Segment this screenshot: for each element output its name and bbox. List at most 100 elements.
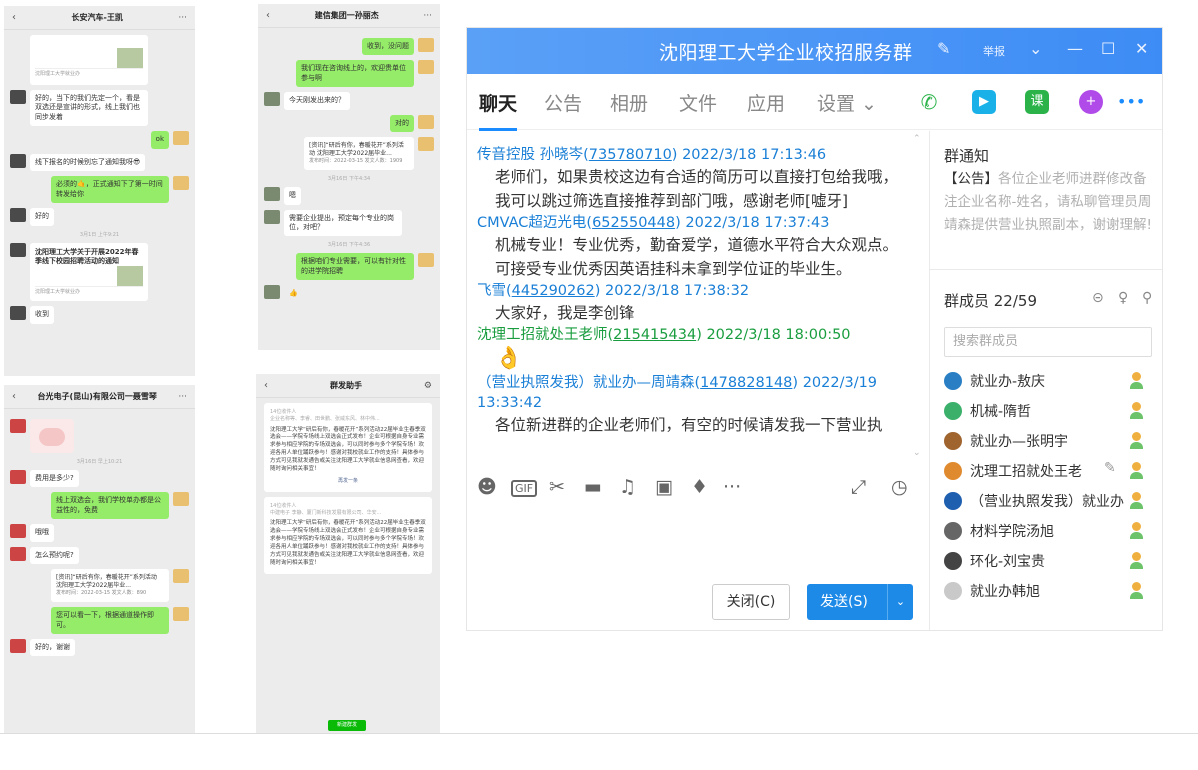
member-item[interactable]: 机械-隋哲 xyxy=(944,397,1159,425)
back-icon[interactable]: ‹ xyxy=(12,391,16,402)
scroll-up-icon[interactable]: ⌃ xyxy=(913,134,921,144)
message-header: 飞雪(445290262) 2022/3/18 17:38:32 xyxy=(477,283,750,299)
member-item[interactable]: 环化-刘宝贵 xyxy=(944,547,1159,575)
member-icon xyxy=(1130,402,1143,420)
list-item: 线下报名的时候别忘了通知我呀😎 xyxy=(10,153,189,172)
music-icon[interactable]: ♫ xyxy=(619,476,636,498)
send-button[interactable]: 发送(S) ⌄ xyxy=(807,584,913,620)
member-item[interactable]: 沈理工招就处王老 ✎ xyxy=(944,457,1159,485)
search-icon[interactable]: ⚲ xyxy=(1142,290,1152,306)
back-icon[interactable]: ‹ xyxy=(264,380,268,391)
member-item[interactable]: 材料学院汤旭 xyxy=(944,517,1159,545)
more-icon[interactable]: ··· xyxy=(423,11,432,21)
add-app-icon[interactable]: + xyxy=(1079,90,1103,114)
maximize-icon[interactable]: ☐ xyxy=(1101,39,1115,58)
list-item: 根据咱们专业需要，可以有针对性的进学院招聘 xyxy=(264,253,434,281)
emoji-icon[interactable]: ☻ xyxy=(477,476,497,498)
member-item[interactable]: （营业执照发我）就业办 xyxy=(944,487,1159,515)
list-item: 费用是多少? xyxy=(10,470,189,488)
more-icon[interactable]: ••• xyxy=(1117,90,1145,114)
tab-chat[interactable]: 聊天 xyxy=(479,89,518,131)
close-icon[interactable]: ✕ xyxy=(1135,39,1148,58)
member-item[interactable]: 就业办—张明宇 xyxy=(944,427,1159,455)
image-icon[interactable]: ▣ xyxy=(655,476,673,498)
avatar xyxy=(10,639,26,653)
scissors-icon[interactable]: ✂ xyxy=(549,476,565,498)
avatar xyxy=(10,470,26,484)
avatar xyxy=(264,92,280,107)
avatar xyxy=(10,419,26,433)
qq-id-link[interactable]: 1478828148 xyxy=(700,375,792,391)
avatar xyxy=(418,60,434,75)
bell-icon[interactable]: ♦ xyxy=(691,476,708,498)
avatar xyxy=(944,432,962,450)
new-broadcast-button[interactable]: 新建群发 xyxy=(328,720,366,731)
article-card[interactable]: [资讯]“研后有你，春暖花开”系列活动 沈阳理工大学2022届毕业... 发布时… xyxy=(304,137,414,171)
phone-call-icon[interactable]: ✆ xyxy=(917,90,941,114)
scroll-down-icon[interactable]: ⌄ xyxy=(913,448,921,458)
member-search-input[interactable]: 搜索群成员 xyxy=(944,327,1152,357)
chevron-down-icon[interactable]: ⌄ xyxy=(887,584,913,620)
avatar xyxy=(418,114,434,129)
article-card[interactable]: [资讯]“研后有你，春暖花开”系列活动 沈阳理工大学2022届毕业... 发布时… xyxy=(51,569,169,603)
tab-settings[interactable]: 设置 ⌄ xyxy=(817,89,877,116)
chevron-down-icon[interactable]: ⌄ xyxy=(1029,39,1042,58)
avatar xyxy=(418,38,434,52)
article-card[interactable]: 沈阳理工大学关于开展2022年春季线下校园招聘活动的通知 沈阳理工大学就业办 xyxy=(30,242,148,302)
expand-icon[interactable]: ⤢ xyxy=(851,476,866,498)
report-link[interactable]: 举报 xyxy=(983,43,1005,59)
avatar xyxy=(10,546,26,561)
settings-icon[interactable]: ⚙ xyxy=(424,381,432,391)
avatar xyxy=(944,462,962,480)
sticker-image xyxy=(30,419,74,453)
phone-title: 群发助手 xyxy=(329,381,362,390)
notice-text: 【公告】各位企业老师进群修改备注企业名称-姓名，请私聊管理员周靖森提供营业执照副… xyxy=(944,171,1152,233)
message-time: 13:33:42 xyxy=(477,395,543,411)
qq-id-link[interactable]: 215415434 xyxy=(613,327,696,343)
avatar xyxy=(944,552,962,570)
back-icon[interactable]: ‹ xyxy=(266,10,270,21)
add-member-icon[interactable]: ♀ xyxy=(1118,290,1128,306)
article-card[interactable]: 沈阳理工大学就业办 xyxy=(30,35,148,85)
divider xyxy=(930,269,1162,270)
more-icon[interactable]: ··· xyxy=(178,392,187,402)
edit-icon[interactable]: ✎ xyxy=(937,39,950,58)
tab-announcement[interactable]: 公告 xyxy=(544,89,582,116)
tab-apps[interactable]: 应用 xyxy=(747,89,785,116)
more-icon[interactable]: ··· xyxy=(723,476,741,498)
member-icon xyxy=(1130,552,1143,570)
minimize-icon[interactable]: — xyxy=(1067,39,1083,58)
phone-chat-jianxin: ‹ 建信集团一孙丽杰 ··· 收到，没问题 我们现在咨询线上的，欢迎贵单位参与啊… xyxy=(258,4,440,350)
qq-id-link[interactable]: 735780710 xyxy=(589,147,672,163)
list-item: 👍 xyxy=(264,285,434,302)
classroom-icon[interactable]: 课 xyxy=(1025,90,1049,114)
close-button[interactable]: 关闭(C) xyxy=(712,584,790,620)
collage-canvas: ‹ 长安汽车-王凯 ··· 沈阳理工大学就业办 好的，当下的我们先定一个，看是双… xyxy=(0,0,1198,770)
more-icon[interactable]: ··· xyxy=(178,13,187,23)
qq-id-link[interactable]: 445290262 xyxy=(512,283,595,299)
edit-icon[interactable]: ✎ xyxy=(1104,460,1116,476)
list-item: 沈阳理工大学关于开展2022年春季线下校园招聘活动的通知 沈阳理工大学就业办 xyxy=(10,242,189,302)
folder-icon[interactable]: ▬ xyxy=(584,476,602,498)
member-item[interactable]: 就业办-敖庆 xyxy=(944,367,1159,395)
tab-bar: 聊天 公告 相册 文件 应用 设置 ⌄ ✆ ▶ 课 + ••• xyxy=(467,74,1162,131)
list-item: 线上双选会，我们学校单办都是公益性的，免费 xyxy=(10,492,189,520)
resend-link[interactable]: 再发一条 xyxy=(270,478,426,485)
window-title: 沈阳理工大学企业校招服务群 xyxy=(659,42,913,64)
tab-album[interactable]: 相册 xyxy=(610,89,648,116)
group-icon[interactable]: ⊝ xyxy=(1092,290,1104,306)
list-item: 好的 xyxy=(10,208,189,226)
phone-header: ‹ 建信集团一孙丽杰 ··· xyxy=(258,4,440,28)
clock-icon[interactable]: ◷ xyxy=(891,476,908,498)
member-icon xyxy=(1130,462,1143,480)
tab-files[interactable]: 文件 xyxy=(679,89,717,116)
avatar xyxy=(10,306,26,321)
gif-icon[interactable]: GIF xyxy=(511,480,538,497)
member-item[interactable]: 就业办韩旭 xyxy=(944,577,1159,605)
member-icon xyxy=(1130,432,1143,450)
card-thumbnail xyxy=(117,266,143,287)
qq-id-link[interactable]: 652550448 xyxy=(592,215,675,231)
video-call-icon[interactable]: ▶ xyxy=(972,90,996,114)
message-list[interactable]: 传音控股 孙晓岑(735780710) 2022/3/18 17:13:46 老… xyxy=(467,131,927,466)
back-icon[interactable]: ‹ xyxy=(12,12,16,23)
